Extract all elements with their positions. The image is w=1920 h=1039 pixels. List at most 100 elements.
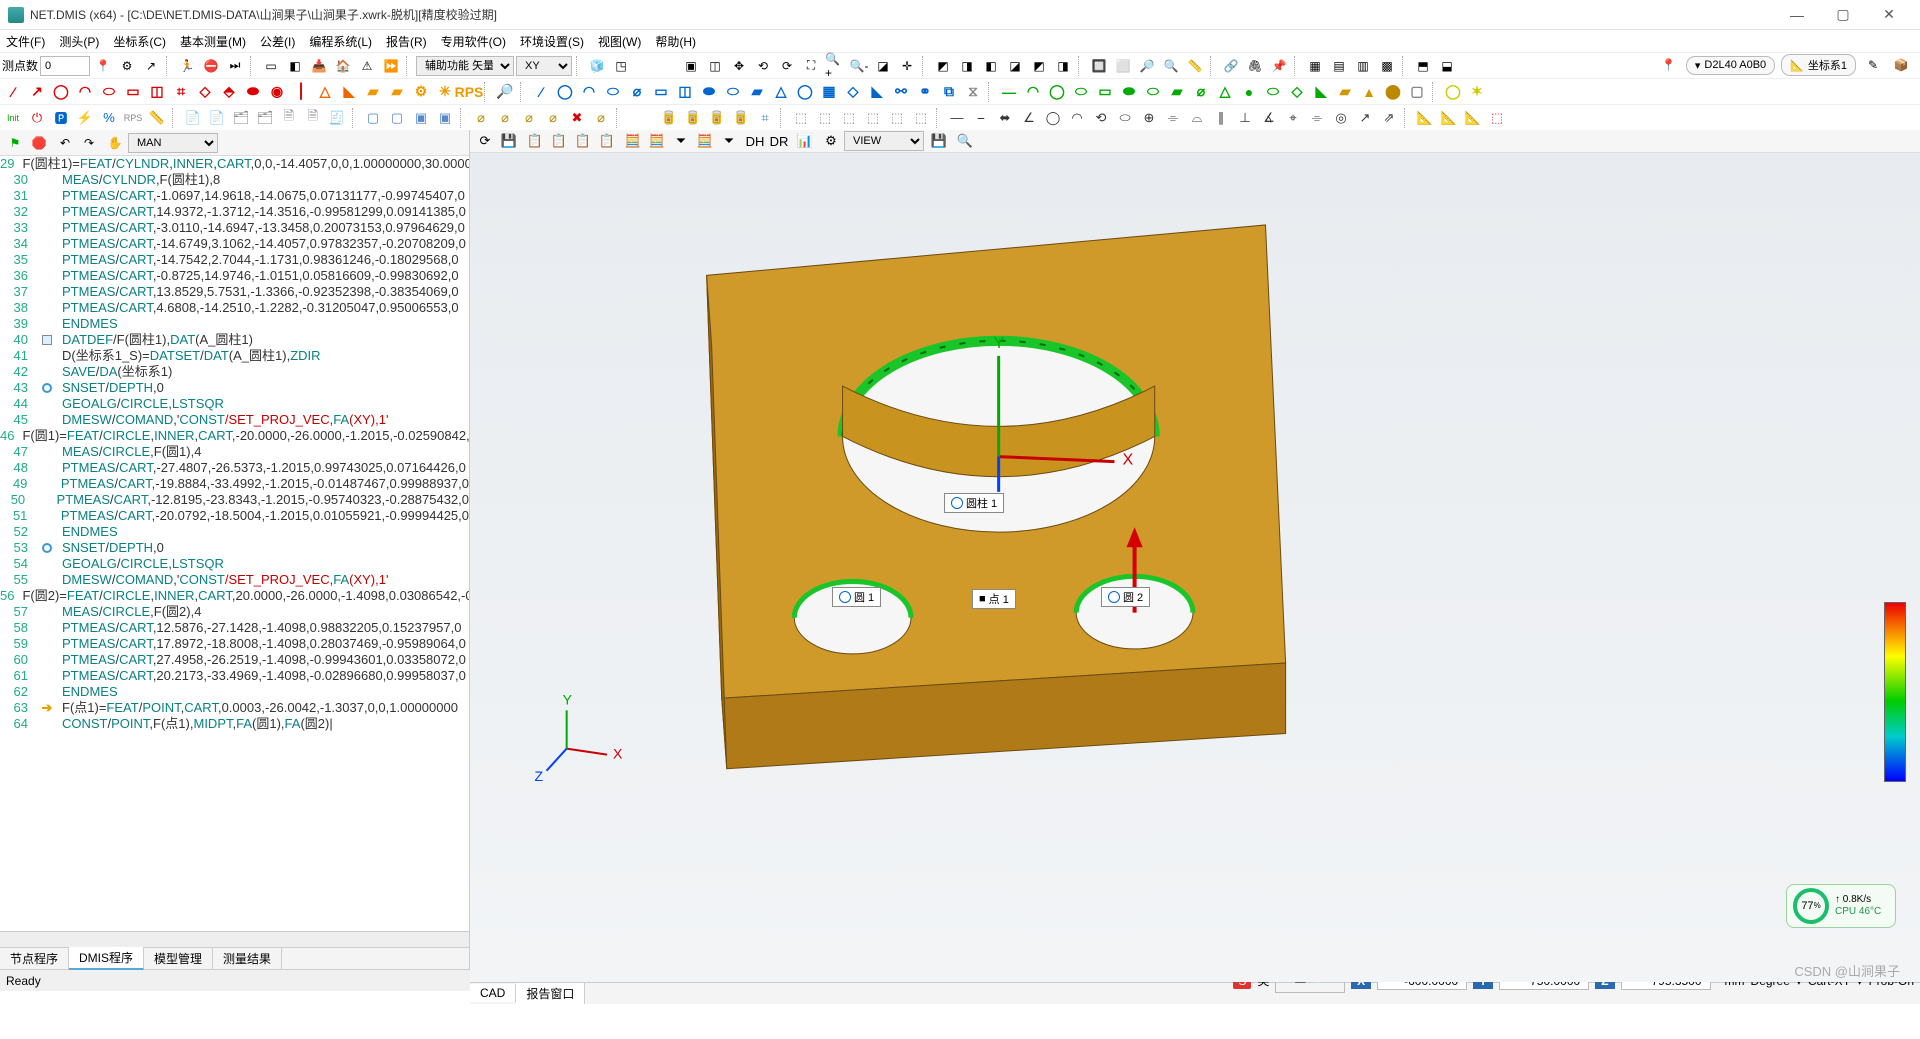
flag-green-icon[interactable]: ⚑ [4, 132, 26, 154]
tb3-sq3-icon[interactable]: ▣ [410, 107, 432, 129]
feat-c-slab-icon[interactable]: ▰ [746, 81, 768, 103]
tb3-t-an-icon[interactable]: ∡ [1258, 107, 1280, 129]
tb3-cyl2-icon[interactable]: ⌀ [494, 107, 516, 129]
tb3-ds4-icon[interactable]: 🗂 [254, 107, 276, 129]
tb3-t-sp-icon[interactable]: ⬭ [1114, 107, 1136, 129]
code-line[interactable]: 57MEAS/CIRCLE,F(圆2),4 [0, 604, 469, 620]
feat-c-rect-icon[interactable]: ▭ [650, 81, 672, 103]
code-line[interactable]: 35PTMEAS/CART,-14.7542,2.7044,-1.1731,0.… [0, 252, 469, 268]
tb3-t-ru-icon[interactable]: ↗ [1354, 107, 1376, 129]
rotate-icon[interactable]: ⟲ [752, 55, 774, 77]
axis-select[interactable]: XY [516, 56, 572, 76]
tb3-db1-icon[interactable]: 🥫 [658, 107, 680, 129]
grid1-icon[interactable]: ▦ [1304, 55, 1326, 77]
tb3-t-ru2-icon[interactable]: ⇗ [1378, 107, 1400, 129]
code-line[interactable]: 51PTMEAS/CART,-20.0792,-18.5004,-1.2015,… [0, 508, 469, 524]
close-button[interactable]: ✕ [1866, 0, 1912, 30]
tb3-ds5-icon[interactable]: 🗎 [278, 107, 300, 129]
code-line[interactable]: 36PTMEAS/CART,-0.8725,14.9746,-1.0151,0.… [0, 268, 469, 284]
vtool-🧮-icon[interactable]: 🧮 [646, 130, 668, 152]
tb3-ds6-icon[interactable]: 🗎 [302, 107, 324, 129]
tb3-meas-icon[interactable]: 📏 [146, 107, 168, 129]
code-line[interactable]: 55DMESW/COMAND,'CONST/SET_PROJ_VEC,FA(XY… [0, 572, 469, 588]
code-line[interactable]: 62ENDMES [0, 684, 469, 700]
anno-point1[interactable]: ■点 1 [972, 589, 1016, 609]
left-tab[interactable]: 模型管理 [144, 948, 213, 969]
tb3-t-cn-icon[interactable]: ◎ [1330, 107, 1352, 129]
axes-icon[interactable]: ✛ [896, 55, 918, 77]
feat-wedge-icon[interactable]: ◣ [338, 81, 360, 103]
step-icon[interactable]: ⏩ [380, 55, 402, 77]
feat-pin-icon[interactable]: ◉ [266, 81, 288, 103]
editor-hscroll[interactable] [0, 931, 469, 947]
probe-red-icon[interactable]: 📍 [92, 55, 114, 77]
menu-item[interactable]: 文件(F) [6, 33, 45, 50]
tb3-cyl5-icon[interactable]: ⌀ [590, 107, 612, 129]
feat-g-slab-icon[interactable]: ▰ [1166, 81, 1188, 103]
zoomin-icon[interactable]: 🔍+ [824, 55, 846, 77]
vtool-📊-icon[interactable]: 📊 [794, 130, 816, 152]
feat-cone-icon[interactable]: △ [314, 81, 336, 103]
feat-c-ell-icon[interactable]: ⬭ [602, 81, 624, 103]
vector-icon[interactable]: ↗ [140, 55, 162, 77]
view-right-icon[interactable]: ◧ [980, 55, 1002, 77]
feat-g-arc-icon[interactable]: ◠ [1022, 81, 1044, 103]
pointcount-input[interactable] [40, 56, 90, 76]
feat-gear-icon[interactable]: ⚙ [410, 81, 432, 103]
feat-g-line-icon[interactable]: — [998, 81, 1020, 103]
feat-g-cone2-icon[interactable]: ▲ [1358, 81, 1380, 103]
feat-rect2-icon[interactable]: ◫ [146, 81, 168, 103]
tb3-cyl1-icon[interactable]: ⌀ [470, 107, 492, 129]
code-line[interactable]: 31PTMEAS/CART,-1.0697,14.9618,-14.0675,0… [0, 188, 469, 204]
tb3-t-po-icon[interactable]: ⌖ [1282, 107, 1304, 129]
tb3-db5-icon[interactable]: ⌗ [754, 107, 776, 129]
feat-rect-icon[interactable]: ▭ [122, 81, 144, 103]
tb3-t-p2-icon[interactable]: ∥ [1210, 107, 1232, 129]
stop-icon[interactable]: ⛔ [200, 55, 222, 77]
view-bottom-icon[interactable]: ◨ [1052, 55, 1074, 77]
feat-c-pair-icon[interactable]: ⚯ [890, 81, 912, 103]
code-line[interactable]: 48PTMEAS/CART,-27.4807,-26.5373,-1.2015,… [0, 460, 469, 476]
sel-rect2-icon[interactable]: ◫ [704, 55, 726, 77]
vtool-📋-icon[interactable]: 📋 [524, 130, 546, 152]
code-line[interactable]: 59PTMEAS/CART,17.8972,-18.8008,-1.4098,0… [0, 636, 469, 652]
code-line[interactable]: 37PTMEAS/CART,13.8529,5.7531,-1.3366,-0.… [0, 284, 469, 300]
feat-slab-icon[interactable]: ▰ [362, 81, 384, 103]
code-line[interactable]: 38PTMEAS/CART,4.6808,-14.2510,-1.2282,-0… [0, 300, 469, 316]
code-line[interactable]: 52ENDMES [0, 524, 469, 540]
zoom-sel-icon[interactable]: 🔲 [1088, 55, 1110, 77]
perf-widget[interactable]: 77% ↑ 0.8K/s CPU 46°C [1786, 884, 1896, 928]
vtool-🧮-icon[interactable]: 🧮 [622, 130, 644, 152]
menu-item[interactable]: 环境设置(S) [520, 33, 584, 50]
view-select[interactable]: VIEW [844, 131, 924, 151]
tb3-zone-icon[interactable]: ⬚ [1486, 107, 1508, 129]
feat-g-wedge-icon[interactable]: ◣ [1310, 81, 1332, 103]
minimize-button[interactable]: — [1774, 0, 1820, 30]
tb3-db3-icon[interactable]: 🥫 [706, 107, 728, 129]
feat-cyl-icon[interactable]: ⌗ [170, 81, 192, 103]
feat-g-face-icon[interactable]: ▢ [1406, 81, 1428, 103]
feat-c-mesh-icon[interactable]: ▦ [818, 81, 840, 103]
tb3-db4-icon[interactable]: 🥫 [730, 107, 752, 129]
zoomout-icon[interactable]: 🔍- [848, 55, 870, 77]
code-line[interactable]: 61PTMEAS/CART,20.2173,-33.4969,-1.4098,-… [0, 668, 469, 684]
menu-item[interactable]: 专用软件(O) [441, 33, 506, 50]
code-line[interactable]: 54GEOALG/CIRCLE,LSTSQR [0, 556, 469, 572]
vtool-🔍-icon[interactable]: 🔍 [954, 130, 976, 152]
tb3-mz-icon[interactable]: 📐 [1462, 107, 1484, 129]
anno-circle2[interactable]: 圆 2 [1101, 587, 1150, 607]
tb3-t-rn-icon[interactable]: ⌯ [1162, 107, 1184, 129]
code-line[interactable]: 53SNSET/DEPTH,0 [0, 540, 469, 556]
tb3-sq4-icon[interactable]: ▣ [434, 107, 456, 129]
run-icon[interactable]: 🏃 [176, 55, 198, 77]
feat-c-circ-icon[interactable]: ◯ [554, 81, 576, 103]
tb3-t-ln-icon[interactable]: ⌓ [1186, 107, 1208, 129]
vtool-📋-icon[interactable]: 📋 [596, 130, 618, 152]
grid3-icon[interactable]: ▥ [1352, 55, 1374, 77]
zoom-fit-icon[interactable]: ⬜ [1112, 55, 1134, 77]
code-line[interactable]: 58PTMEAS/CART,12.5876,-27.1428,-1.4098,0… [0, 620, 469, 636]
view-left-icon[interactable]: ◩ [1028, 55, 1050, 77]
render1-icon[interactable]: 🧊 [586, 55, 608, 77]
cad-viewport[interactable]: X Y X Y Z 圆柱 1 圆 1 圆 2 ■点 1 77% ↑ 0.8K/s [470, 153, 1920, 982]
feat-c-arc-icon[interactable]: ◠ [578, 81, 600, 103]
